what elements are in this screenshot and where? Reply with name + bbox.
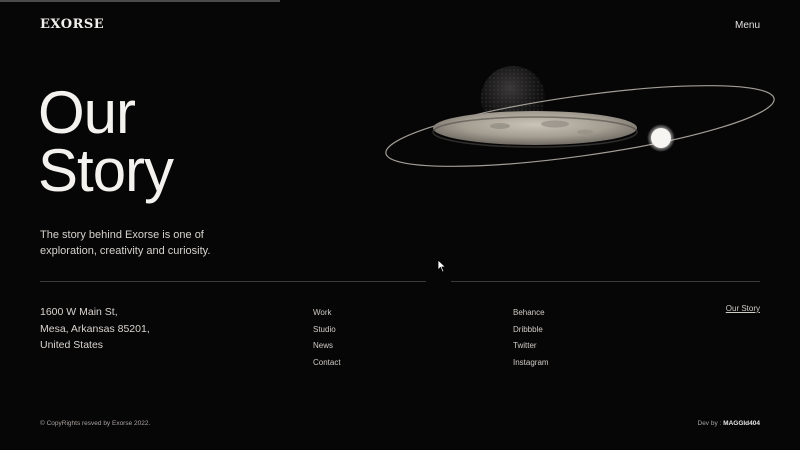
copyright-text: © CopyRights resved by Exorse 2022.	[40, 420, 151, 427]
current-page-link[interactable]: Our Story	[726, 304, 760, 313]
footer-social-nav: Behance Dribbble Twitter Instagram	[513, 305, 549, 371]
social-link-dribbble[interactable]: Dribbble	[513, 322, 549, 339]
section-divider	[40, 281, 426, 282]
nav-link-studio[interactable]: Studio	[313, 322, 341, 339]
page-title: Our Story	[38, 79, 174, 204]
hero-tagline: The story behind Exorse is one of explor…	[40, 229, 211, 257]
planet-illustration	[385, 66, 775, 167]
address-line: 1600 W Main St,	[40, 306, 118, 318]
footer-pages-nav: Work Studio News Contact	[313, 305, 341, 371]
social-link-behance[interactable]: Behance	[513, 305, 549, 322]
nav-link-news[interactable]: News	[313, 338, 341, 355]
moon-disc	[433, 111, 637, 145]
address-line: United States	[40, 339, 104, 351]
nav-link-contact[interactable]: Contact	[313, 355, 341, 372]
menu-button[interactable]: Menu	[735, 20, 760, 31]
mouse-cursor-icon	[437, 259, 447, 273]
page-title-line-1: Our	[38, 79, 136, 146]
section-divider	[451, 281, 760, 282]
nav-link-work[interactable]: Work	[313, 305, 341, 322]
page-title-line-2: Story	[38, 137, 174, 204]
developer-name[interactable]: MAGGId404	[723, 420, 760, 427]
social-link-twitter[interactable]: Twitter	[513, 338, 549, 355]
company-address: 1600 W Main St, Mesa, Arkansas 85201, Un…	[40, 304, 150, 354]
social-link-instagram[interactable]: Instagram	[513, 355, 549, 372]
developer-credit: Dev by : MAGGId404	[698, 420, 761, 427]
brand-logo[interactable]: EXORSE	[40, 17, 104, 32]
page-progress-bar	[0, 0, 280, 2]
address-line: Mesa, Arkansas 85201,	[40, 322, 150, 335]
dev-credit-prefix: Dev by :	[697, 420, 724, 427]
